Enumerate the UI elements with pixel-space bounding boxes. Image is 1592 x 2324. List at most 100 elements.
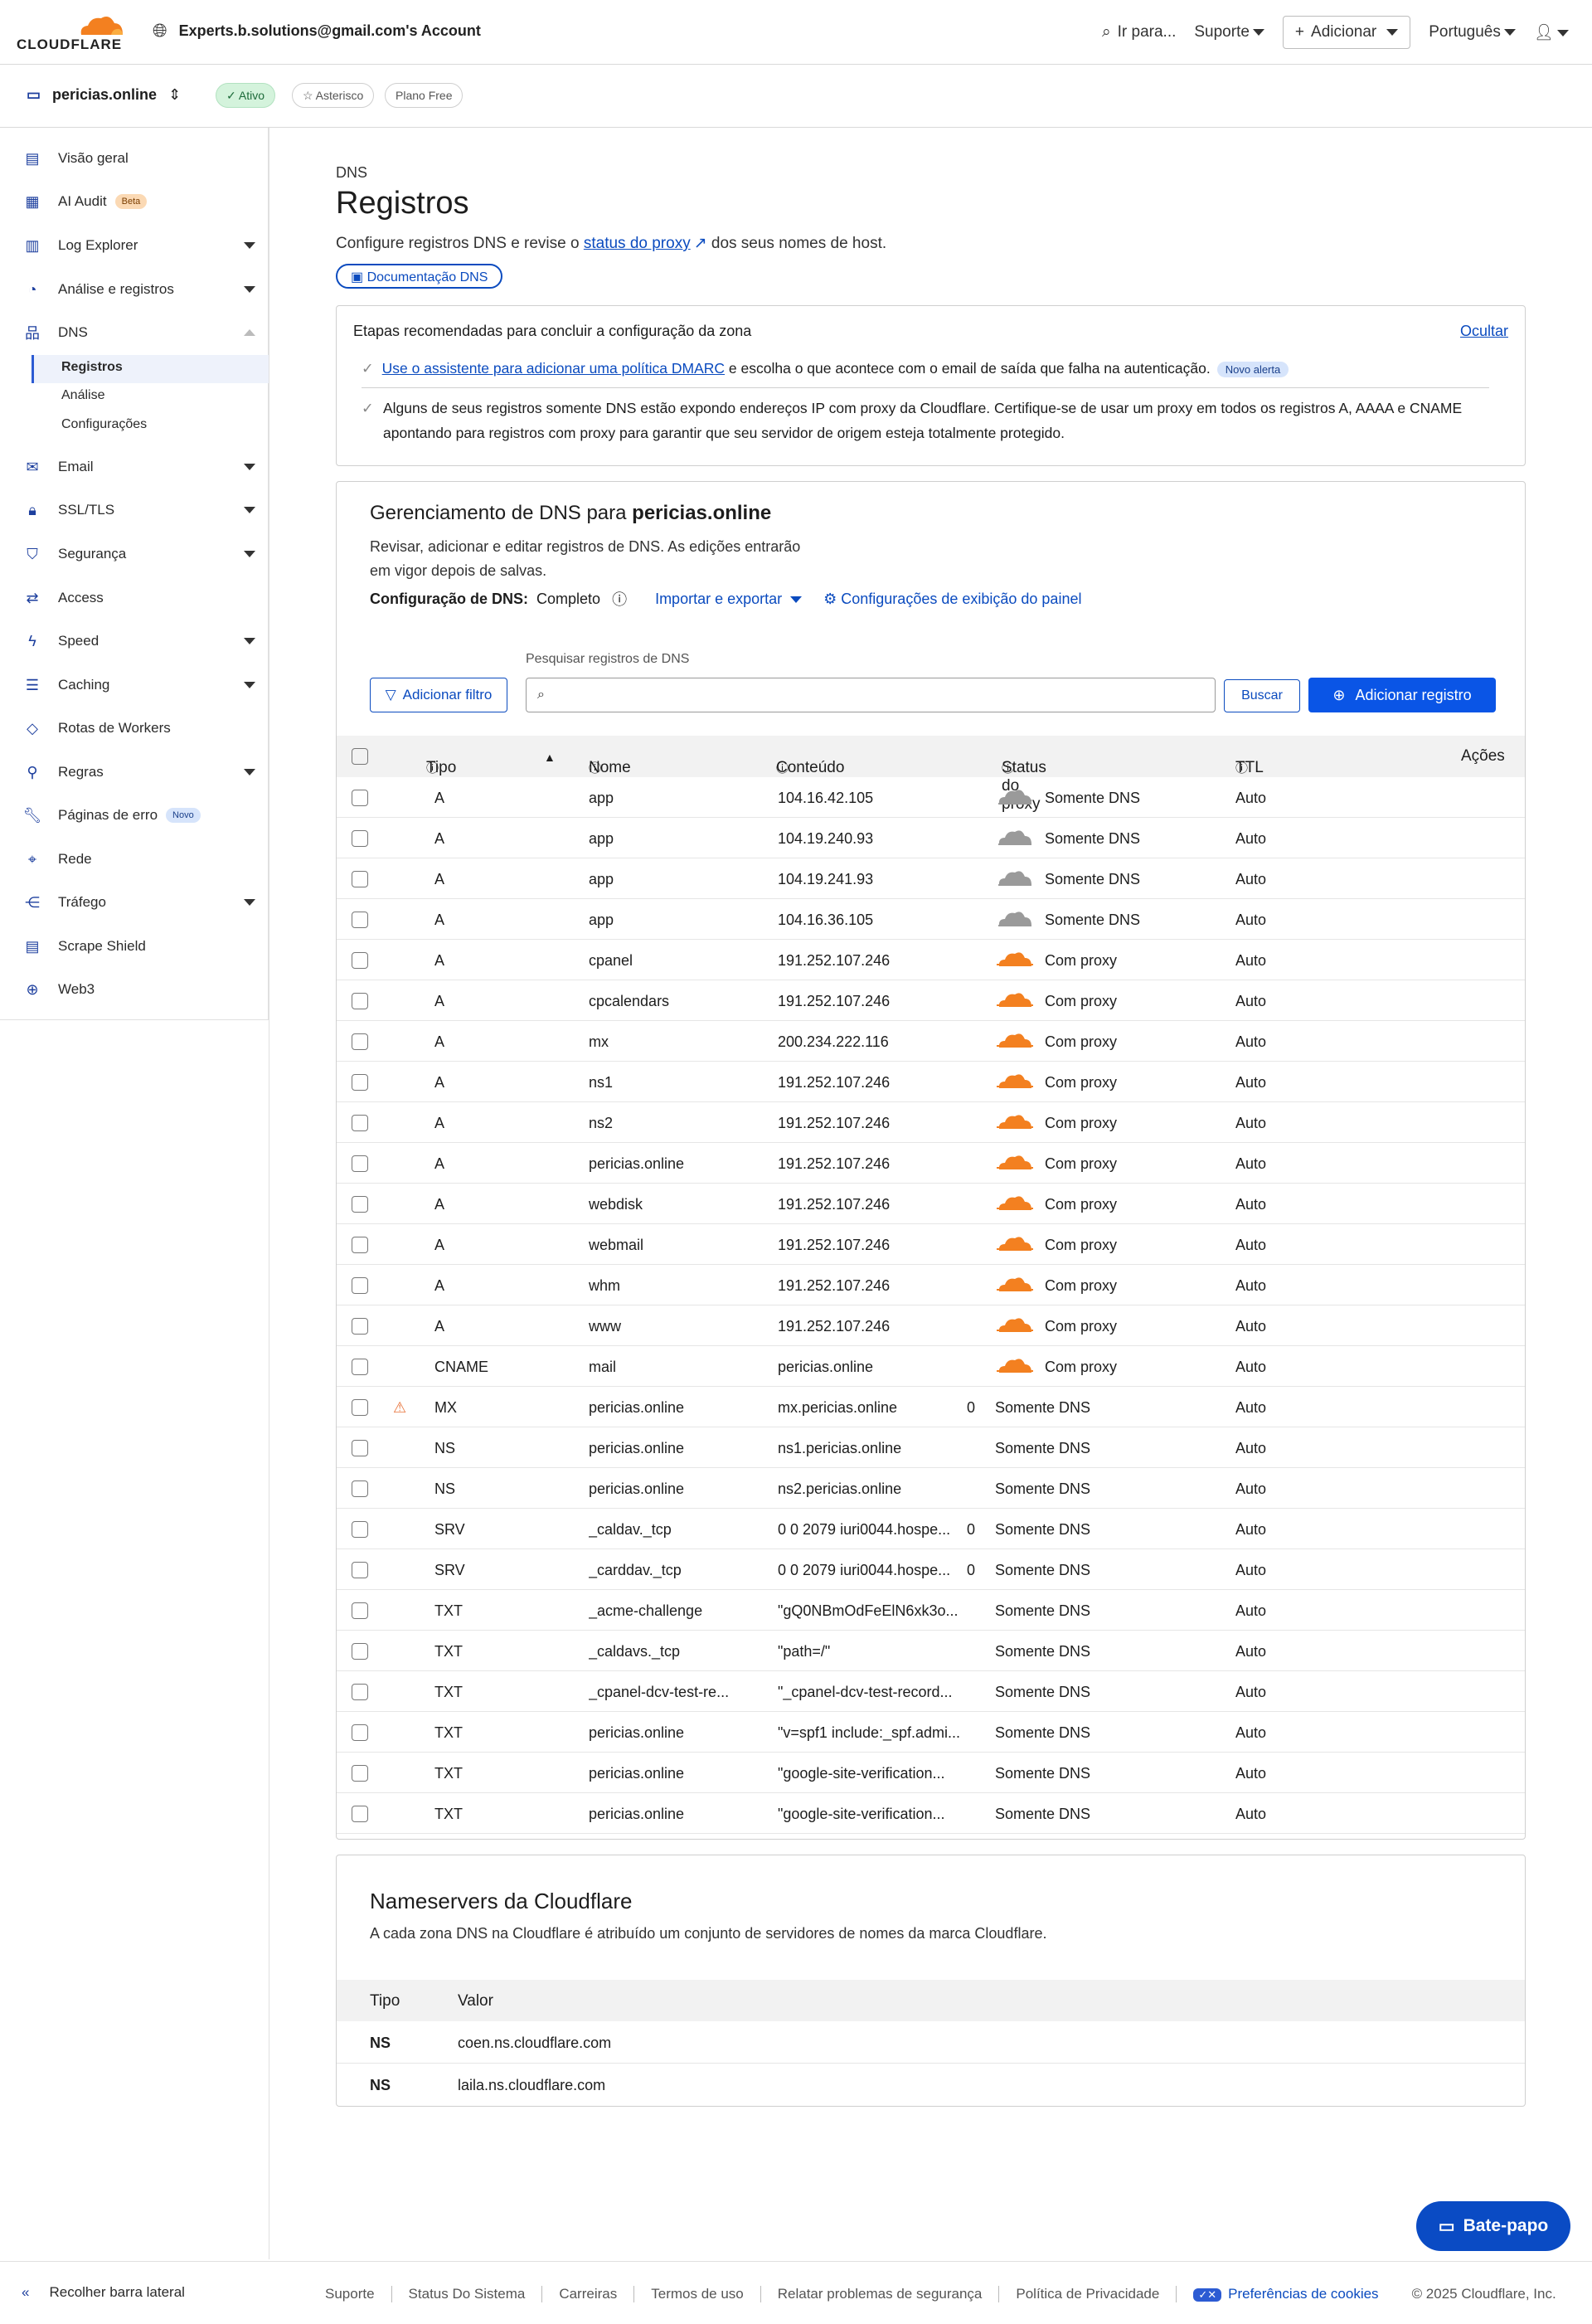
display-settings-link[interactable]: ⚙ Configurações de exibição do painel [823,591,1081,608]
row-checkbox[interactable] [352,1277,368,1294]
row-checkbox[interactable] [352,1155,368,1172]
sidebar-item-error-pages[interactable]: 🔧︎ Páginas de erro Novo [23,803,201,828]
sidebar-item-overview[interactable]: ▤ Visão geral [23,146,128,171]
ai-icon: ▦ [25,192,40,210]
row-checkbox[interactable] [352,912,368,928]
dns-config-line: Configuração de DNS: Completo ⓘ Importar… [370,588,1081,610]
language-menu[interactable]: Português [1429,23,1516,41]
row-checkbox[interactable] [352,1115,368,1131]
footer-link-terms[interactable]: Termos de uso [634,2286,761,2302]
row-checkbox[interactable] [352,1399,368,1416]
import-export-menu[interactable]: Importar e exportar [655,591,803,608]
select-all-checkbox[interactable] [352,748,368,765]
record-name: _acme-challenge [589,1602,703,1619]
sidebar-item-caching[interactable]: ☰ Caching [23,673,255,698]
add-record-button[interactable]: ⊕ Adicionar registro [1308,678,1496,712]
sidebar-subitem-settings[interactable]: Configurações [61,417,147,432]
table-row: Awebdisk191.252.107.246Com proxyAutoEdit… [337,1184,1525,1224]
dns-docs-button[interactable]: ▣ Documentação DNS [336,264,503,289]
sidebar-item-ssl[interactable]: 🔒︎ SSL/TLS [23,498,255,523]
record-content: 191.252.107.246 [778,1318,891,1335]
row-checkbox[interactable] [352,1440,368,1456]
star-button[interactable]: ☆ Asterisco [292,83,375,108]
footer-link-cookies[interactable]: ✓✕ Preferências de cookies [1177,2286,1395,2302]
proxy-status: Com proxy [1045,1155,1118,1172]
search-input[interactable] [526,678,1216,712]
row-checkbox[interactable] [352,871,368,887]
sidebar-item-analytics[interactable]: ◔ Análise e registros [23,277,255,302]
sidebar-item-traffic[interactable]: ⋲ Tráfego [23,890,255,915]
row-checkbox[interactable] [352,1724,368,1741]
row-checkbox[interactable] [352,1237,368,1253]
record-type: A [434,871,445,887]
sidebar-item-dns[interactable]: 品 DNS [23,320,255,345]
record-content: 191.252.107.246 [778,952,891,969]
go-to-search[interactable]: ⌕ Ir para... [1102,23,1176,41]
row-checkbox[interactable] [352,1562,368,1578]
collapse-sidebar-button[interactable]: « Recolher barra lateral [22,2284,185,2301]
row-checkbox[interactable] [352,1318,368,1335]
info-icon[interactable]: ⓘ [612,588,627,610]
collapse-label: Recolher barra lateral [49,2284,185,2300]
row-checkbox[interactable] [352,952,368,969]
sidebar-subitem-analytics[interactable]: Análise [61,388,104,403]
plus-icon: + [1294,23,1305,41]
row-checkbox[interactable] [352,1033,368,1050]
row-checkbox[interactable] [352,790,368,806]
row-checkbox[interactable] [352,1806,368,1822]
sidebar-item-web3[interactable]: ⊕ Web3 [23,977,95,1002]
sidebar-item-access[interactable]: ⇄ Access [23,586,103,610]
support-menu[interactable]: Suporte [1194,23,1264,41]
sidebar-item-label: Speed [58,633,100,649]
row-checkbox[interactable] [352,830,368,847]
sidebar-item-email[interactable]: ✉ Email [23,455,255,479]
record-ttl: Auto [1235,1684,1267,1700]
table-row: SRV _caldav._tcp 0 0 2079 iuri0044.hospe..… [337,1509,1525,1549]
plan-badge[interactable]: Plano Free [385,83,464,108]
sidebar-item-scrape-shield[interactable]: ▤ Scrape Shield [23,934,145,959]
footer-link-privacy[interactable]: Política de Privacidade [999,2286,1177,2302]
sidebar-item-network[interactable]: ⌖ Rede [23,847,92,872]
row-checkbox[interactable] [352,1480,368,1497]
row-checkbox[interactable] [352,1684,368,1700]
record-type: TXT [434,1602,463,1619]
footer-link-security[interactable]: Relatar problemas de segurança [761,2286,1000,2302]
sidebar-item-speed[interactable]: ϟ Speed [23,629,255,654]
footer-link-status[interactable]: Status Do Sistema [392,2286,543,2302]
row-checkbox[interactable] [352,1765,368,1782]
sidebar-item-workers-routes[interactable]: ◇ Rotas de Workers [23,716,171,741]
sidebar-item-ai-audit[interactable]: ▦ AI Audit Beta [23,189,148,214]
nameservers-description: A cada zona DNS na Cloudflare é atribuíd… [370,1925,1047,1942]
sidebar-subitem-records[interactable]: Registros [61,360,123,375]
proxy-status: Somente DNS [995,1806,1091,1822]
row-checkbox[interactable] [352,1359,368,1375]
sort-ascending-icon[interactable]: ▲ [544,751,556,764]
row-checkbox[interactable] [352,993,368,1009]
footer-link-careers[interactable]: Carreiras [542,2286,635,2302]
chat-button[interactable]: ▭ Bate-papo [1416,2201,1570,2251]
warning-icon[interactable]: ⚠ [393,1399,406,1417]
sidebar-item-security[interactable]: ⛉ Segurança [23,542,255,566]
footer-link-support[interactable]: Suporte [325,2286,392,2302]
browser-window-icon: ▭ [27,86,41,103]
sidebar-item-log-explorer[interactable]: ▥ Log Explorer [23,233,255,258]
zone-switcher[interactable]: ▭ pericias.online ⇕ [27,86,181,104]
row-checkbox[interactable] [352,1521,368,1538]
account-switcher[interactable]: 🌐︎ Experts.b.solutions@gmail.com's Accou… [153,20,481,41]
dmarc-wizard-link[interactable]: Use o assistente para adicionar uma polí… [382,360,725,377]
row-checkbox[interactable] [352,1602,368,1619]
row-checkbox[interactable] [352,1196,368,1213]
search-button[interactable]: Buscar [1224,679,1300,712]
steps-title: Etapas recomendadas para concluir a conf… [353,323,752,339]
sidebar-item-rules[interactable]: ⚲ Regras [23,760,255,785]
cloudflare-logo[interactable]: CLOUDFLARE [17,12,129,53]
add-button[interactable]: + Adicionar [1282,16,1411,49]
row-checkbox[interactable] [352,1074,368,1091]
record-ttl: Auto [1235,1359,1267,1375]
user-menu[interactable]: 👤︎ [1534,22,1569,42]
row-checkbox[interactable] [352,1643,368,1660]
hide-steps-link[interactable]: Ocultar [1460,323,1508,340]
add-filter-button[interactable]: ▽ Adicionar filtro [370,678,507,712]
network-icon: 品 [25,325,40,342]
proxy-status-link[interactable]: status do proxy [584,235,691,252]
